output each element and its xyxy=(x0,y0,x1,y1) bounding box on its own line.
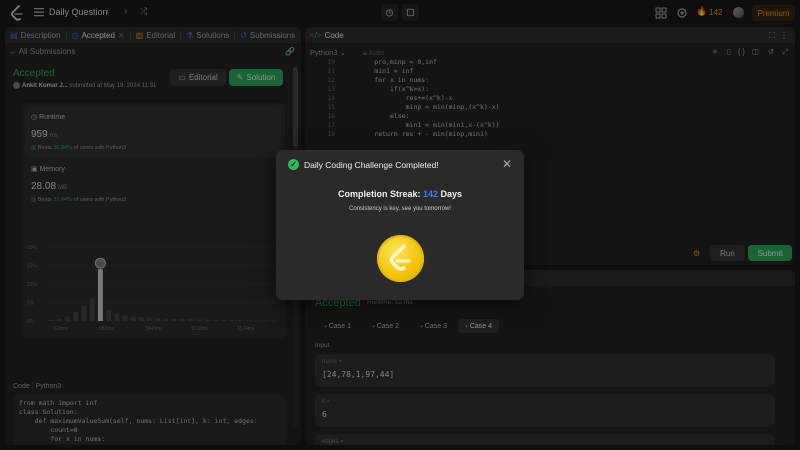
check-circle-icon: ✓ xyxy=(288,159,299,170)
close-icon[interactable]: ✕ xyxy=(502,157,512,171)
daily-medal-badge xyxy=(377,235,424,282)
completion-streak: Completion Streak: 142 Days xyxy=(337,189,463,199)
daily-challenge-modal: ✓ Daily Coding Challenge Completed! ✕ Co… xyxy=(276,150,524,300)
modal-title: Daily Coding Challenge Completed! xyxy=(304,160,439,170)
leetcode-medal-icon xyxy=(389,244,411,271)
modal-subtitle: Consistency is key, see you tomorrow! xyxy=(349,206,451,212)
